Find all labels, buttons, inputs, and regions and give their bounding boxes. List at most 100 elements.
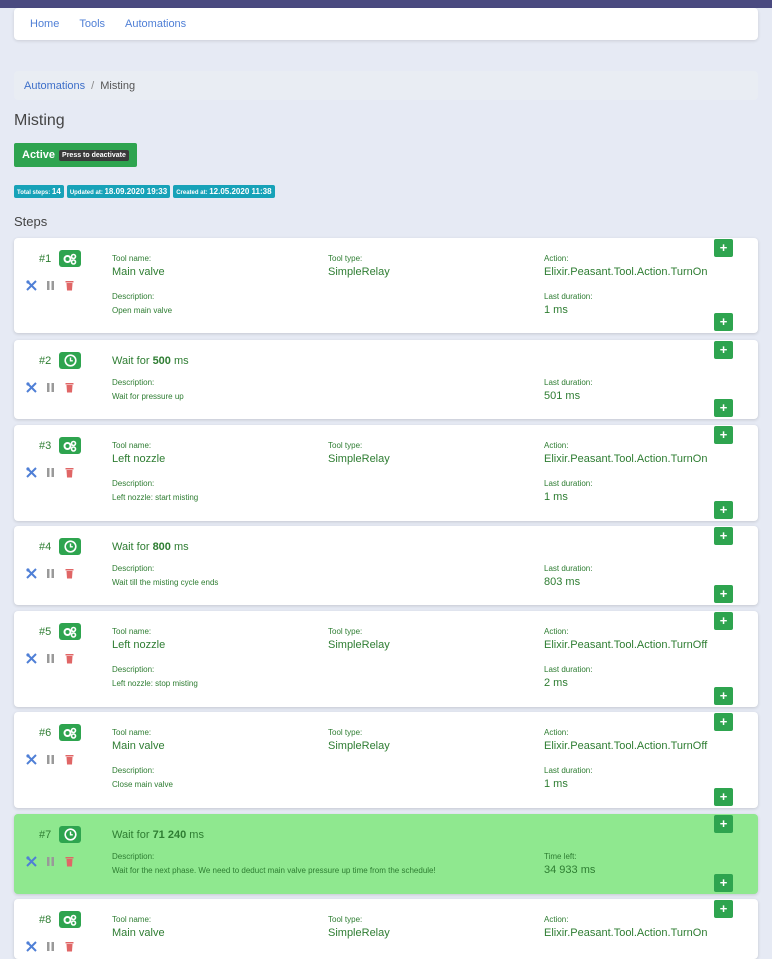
action-field: Action: Elixir.Peasant.Tool.Action.TurnO…	[544, 915, 707, 939]
edit-tools-icon[interactable]	[26, 380, 37, 393]
pause-icon[interactable]	[45, 380, 56, 392]
pause-icon[interactable]	[45, 278, 56, 290]
insert-step-before-button[interactable]: +	[714, 426, 733, 444]
edit-tools-icon[interactable]	[26, 278, 37, 291]
insert-step-after-button[interactable]: +	[714, 399, 733, 417]
action-label: Action:	[544, 915, 569, 924]
description-field: Description: Wait for pressure up	[112, 378, 184, 401]
last-duration-field: Last duration: 1 ms	[544, 766, 592, 790]
trash-icon[interactable]	[64, 939, 75, 952]
action-label: Action:	[544, 627, 569, 636]
insert-step-before-button[interactable]: +	[714, 341, 733, 359]
step-number: #3	[39, 440, 52, 452]
wait-for-label: Wait for	[112, 355, 150, 367]
step-number: #2	[39, 355, 52, 367]
edit-tools-icon[interactable]	[26, 651, 37, 664]
action-field: Action: Elixir.Peasant.Tool.Action.TurnO…	[544, 728, 707, 752]
gears-icon	[59, 911, 81, 928]
trash-icon[interactable]	[64, 651, 75, 664]
edit-tools-icon[interactable]	[26, 939, 37, 952]
trash-icon[interactable]	[64, 566, 75, 579]
time-left-field: Time left: 34 933 ms	[544, 852, 595, 876]
breadcrumb: Automations / Misting	[14, 71, 758, 100]
description-value: Left nozzle: stop misting	[112, 679, 198, 688]
tool-type-field: Tool type: SimpleRelay	[328, 441, 390, 465]
navbar: Home Tools Automations	[14, 8, 758, 40]
step-actions	[26, 939, 75, 952]
wait-for-label: Wait for	[112, 541, 150, 553]
description-label: Description:	[112, 479, 155, 488]
nav-home[interactable]: Home	[30, 18, 59, 30]
description-field: Description: Wait till the misting cycle…	[112, 564, 218, 587]
insert-step-after-button[interactable]: +	[714, 501, 733, 519]
trash-icon[interactable]	[64, 854, 75, 867]
step-card: #1 Tool name: Main valve Tool type: Simp…	[14, 238, 758, 333]
last-duration-field: Last duration: 803 ms	[544, 564, 592, 588]
step-actions	[26, 651, 75, 664]
tool-name-label: Tool name:	[112, 441, 152, 450]
pause-icon[interactable]	[45, 752, 56, 764]
tool-name-value: Main valve	[112, 927, 165, 939]
tool-name-label: Tool name:	[112, 728, 152, 737]
insert-step-before-button[interactable]: +	[714, 815, 733, 833]
tool-type-value: SimpleRelay	[328, 927, 390, 939]
tool-name-field: Tool name: Main valve	[112, 254, 165, 278]
last-duration-field: Last duration: 1 ms	[544, 292, 592, 316]
insert-step-after-button[interactable]: +	[714, 874, 733, 892]
insert-step-after-button[interactable]: +	[714, 788, 733, 806]
pause-icon[interactable]	[45, 465, 56, 477]
trash-icon[interactable]	[64, 465, 75, 478]
step-number: #4	[39, 541, 52, 553]
tool-type-value: SimpleRelay	[328, 453, 390, 465]
action-field: Action: Elixir.Peasant.Tool.Action.TurnO…	[544, 254, 707, 278]
insert-step-after-button[interactable]: +	[714, 687, 733, 705]
tool-type-label: Tool type:	[328, 254, 363, 263]
nav-automations[interactable]: Automations	[125, 18, 186, 30]
tool-type-label: Tool type:	[328, 915, 363, 924]
step-actions	[26, 854, 75, 867]
nav-tools[interactable]: Tools	[79, 18, 105, 30]
pause-icon[interactable]	[45, 854, 56, 866]
action-value: Elixir.Peasant.Tool.Action.TurnOff	[544, 639, 708, 651]
edit-tools-icon[interactable]	[26, 465, 37, 478]
created-at-badge: Created at: 12.05.2020 11:38	[173, 185, 275, 198]
insert-step-before-button[interactable]: +	[714, 713, 733, 731]
trash-icon[interactable]	[64, 278, 75, 291]
wait-value: 71 240	[152, 829, 187, 841]
insert-step-before-button[interactable]: +	[714, 900, 733, 918]
wait-unit: ms	[173, 541, 189, 553]
tool-name-value: Left nozzle	[112, 639, 166, 651]
clock-icon	[59, 538, 81, 555]
description-value: Wait for the next phase. We need to dedu…	[112, 866, 436, 875]
insert-step-after-button[interactable]: +	[714, 585, 733, 603]
last-duration-field: Last duration: 501 ms	[544, 378, 592, 402]
tool-type-value: SimpleRelay	[328, 639, 390, 651]
trash-icon[interactable]	[64, 752, 75, 765]
tool-type-label: Tool type:	[328, 441, 363, 450]
edit-tools-icon[interactable]	[26, 752, 37, 765]
deactivate-button[interactable]: Active Press to deactivate	[14, 143, 137, 167]
wait-value: 800	[152, 541, 171, 553]
last-duration-label: Last duration:	[544, 292, 593, 301]
action-field: Action: Elixir.Peasant.Tool.Action.TurnO…	[544, 627, 707, 651]
pause-icon[interactable]	[45, 566, 56, 578]
clock-icon	[59, 352, 81, 369]
insert-step-after-button[interactable]: +	[714, 313, 733, 331]
step-card: #4 Wait for 800 ms Description: Wait til…	[14, 526, 758, 605]
last-duration-value: 2 ms	[544, 677, 568, 689]
insert-step-before-button[interactable]: +	[714, 612, 733, 630]
edit-tools-icon[interactable]	[26, 854, 37, 867]
edit-tools-icon[interactable]	[26, 566, 37, 579]
insert-step-before-button[interactable]: +	[714, 527, 733, 545]
action-value: Elixir.Peasant.Tool.Action.TurnOn	[544, 927, 708, 939]
pause-icon[interactable]	[45, 939, 56, 951]
action-label: Action:	[544, 254, 569, 263]
tool-type-label: Tool type:	[328, 728, 363, 737]
tool-type-label: Tool type:	[328, 627, 363, 636]
insert-step-before-button[interactable]: +	[714, 239, 733, 257]
breadcrumb-automations[interactable]: Automations	[24, 80, 85, 92]
trash-icon[interactable]	[64, 380, 75, 393]
wait-for-label: Wait for	[112, 829, 150, 841]
pause-icon[interactable]	[45, 651, 56, 663]
last-duration-value: 1 ms	[544, 778, 568, 790]
